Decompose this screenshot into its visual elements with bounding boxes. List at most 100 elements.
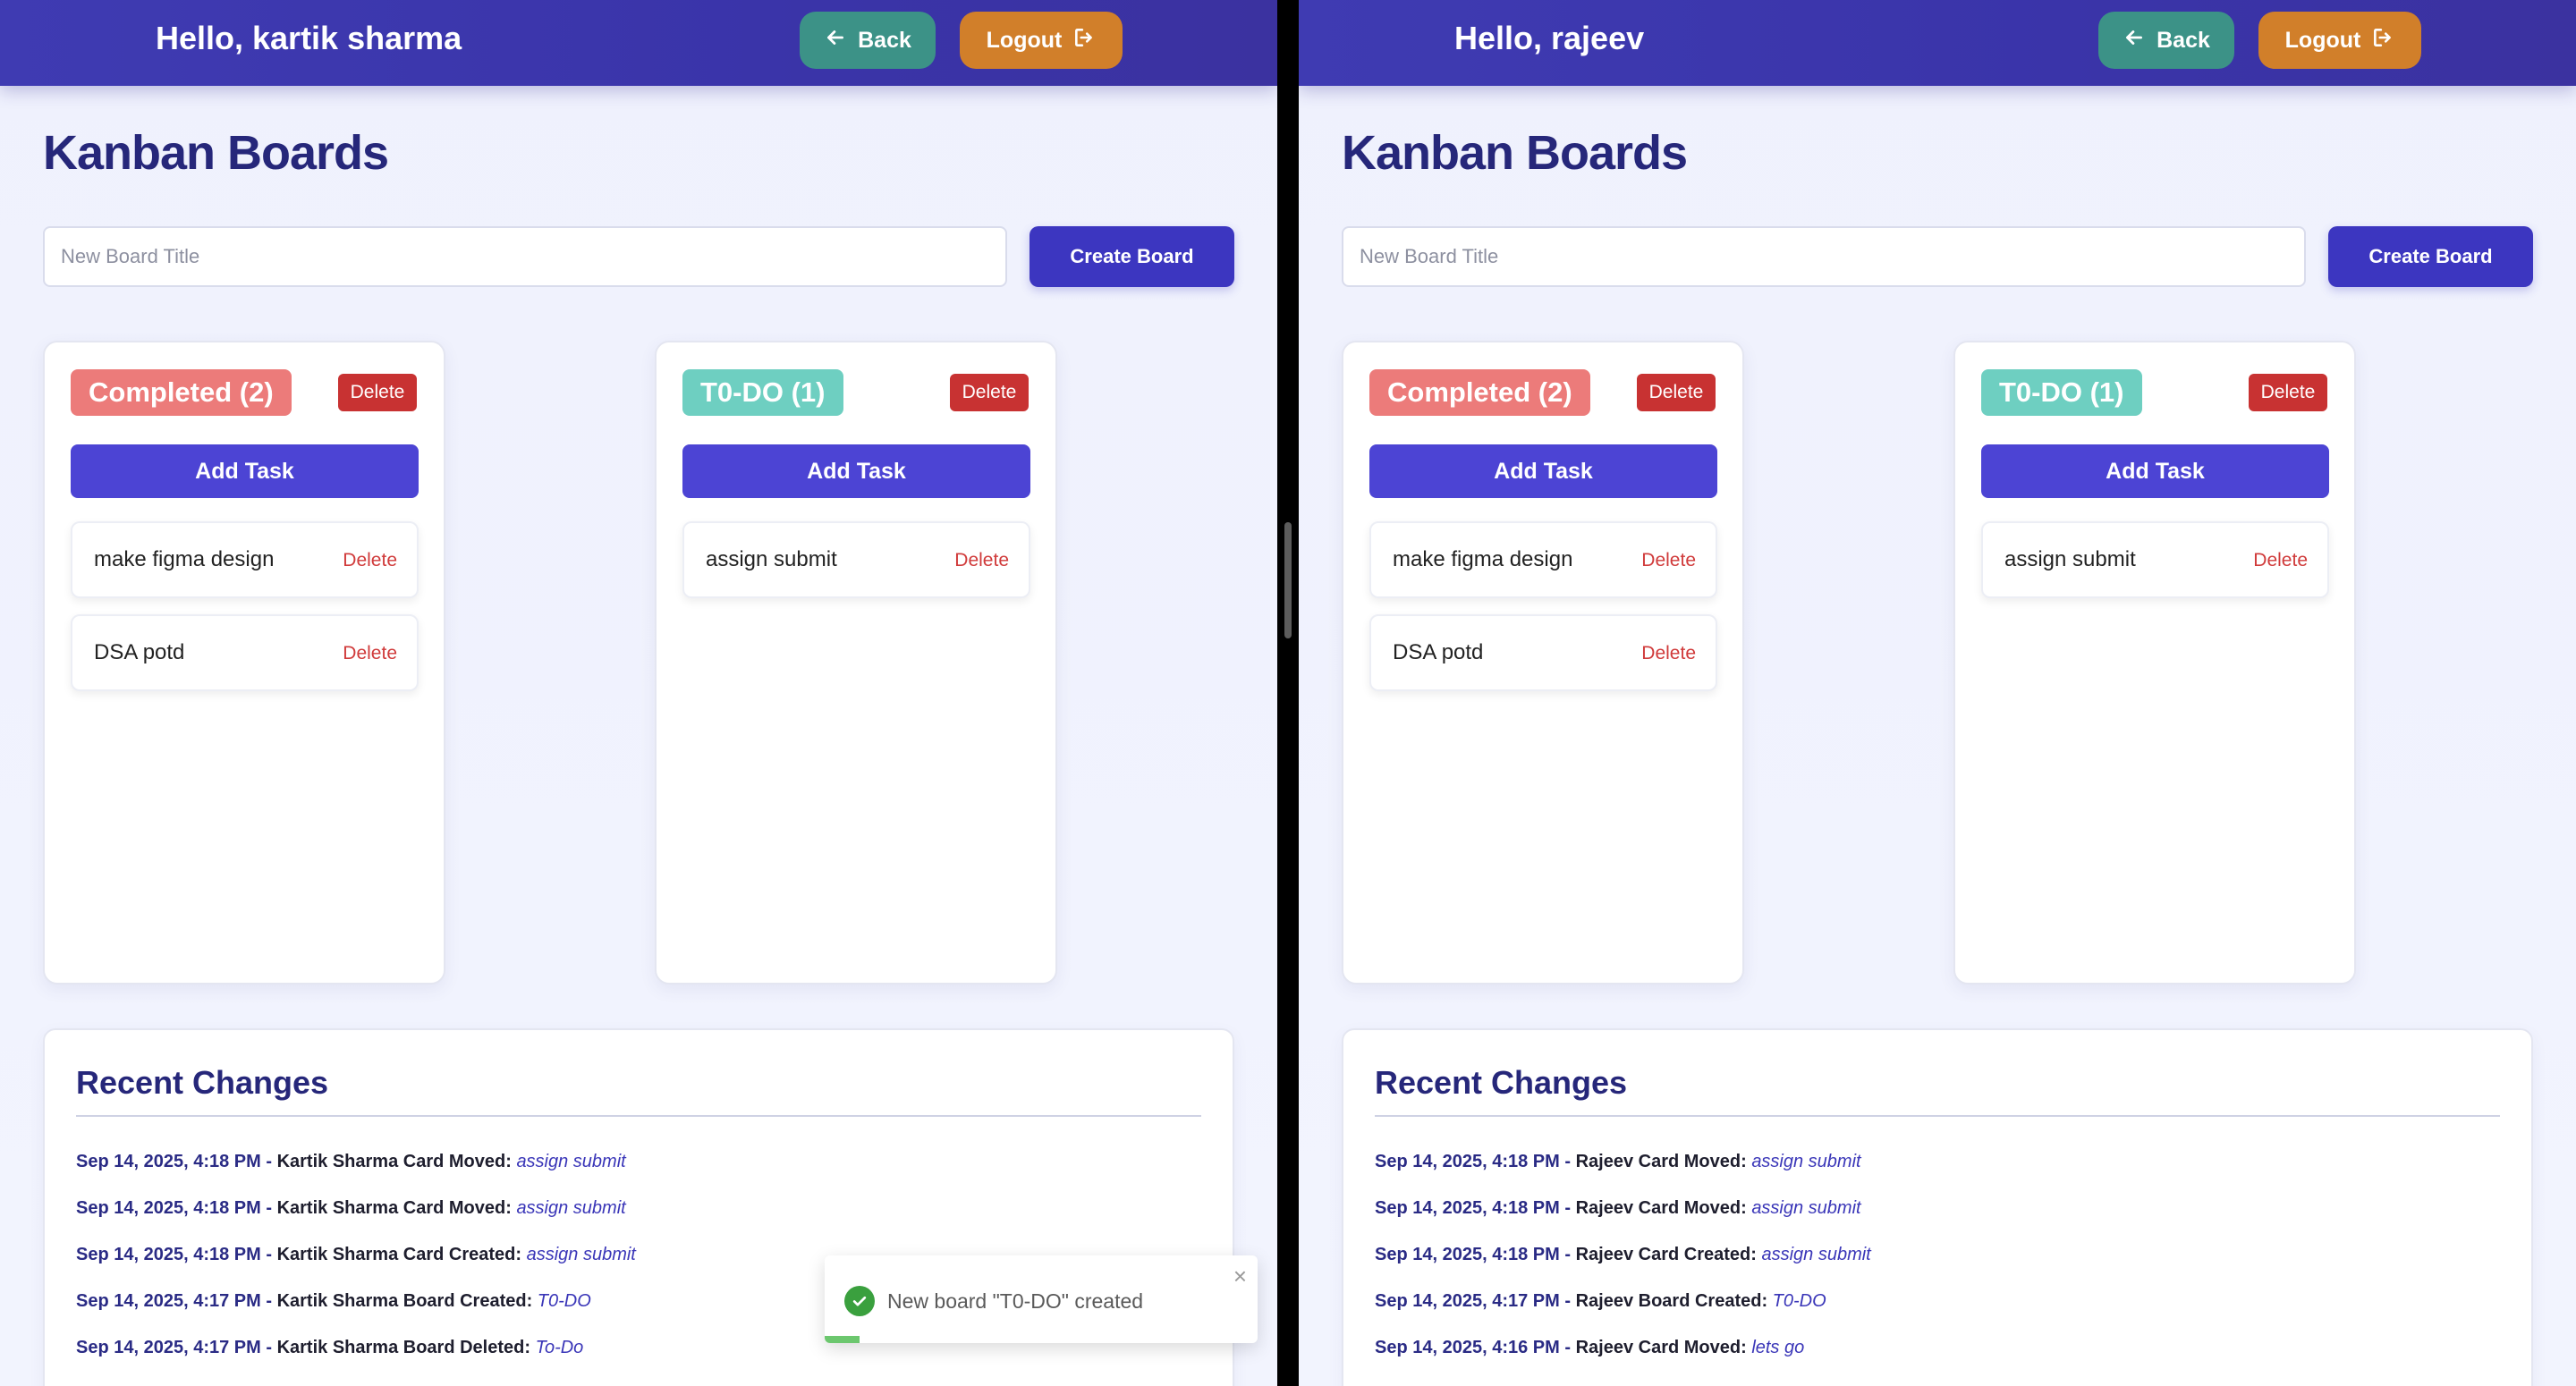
- close-icon[interactable]: ×: [1233, 1263, 1247, 1290]
- change-colon: :: [1750, 1245, 1762, 1264]
- board-title: T0-DO (1): [682, 369, 843, 416]
- create-board-button[interactable]: Create Board: [2328, 226, 2533, 287]
- recent-changes-title: Recent Changes: [1375, 1064, 1628, 1101]
- change-colon: :: [526, 1291, 538, 1311]
- change-separator: -: [260, 1338, 277, 1357]
- delete-task-button[interactable]: Delete: [2253, 550, 2308, 571]
- board-title: T0-DO (1): [1981, 369, 2142, 416]
- change-item: Sep 14, 2025, 4:18 PM - Kartik Sharma Ca…: [76, 1245, 636, 1265]
- change-colon: :: [505, 1152, 517, 1171]
- change-text: Rajeev Card Moved: [1575, 1338, 1741, 1357]
- board-title: Completed (2): [1369, 369, 1590, 416]
- delete-board-button[interactable]: Delete: [2249, 374, 2327, 411]
- change-item: Sep 14, 2025, 4:18 PM - Rajeev Card Move…: [1375, 1152, 1861, 1172]
- back-label: Back: [858, 27, 911, 53]
- task-title: assign submit: [2004, 547, 2136, 571]
- change-text: Kartik Sharma Board Deleted: [276, 1338, 525, 1357]
- toast-message: New board "T0-DO" created: [887, 1289, 1144, 1313]
- logout-label: Logout: [986, 27, 1063, 53]
- logout-button[interactable]: Logout: [2258, 12, 2421, 69]
- task-card[interactable]: make figma design Delete: [71, 521, 419, 598]
- task-title: DSA potd: [1393, 640, 1484, 664]
- recent-changes-panel: Recent Changes Sep 14, 2025, 4:18 PM - R…: [1342, 1028, 2533, 1386]
- change-text: Kartik Sharma Card Moved: [276, 1198, 506, 1218]
- task-card[interactable]: make figma design Delete: [1369, 521, 1717, 598]
- task-card[interactable]: assign submit Delete: [682, 521, 1030, 598]
- check-circle-icon: [844, 1286, 875, 1316]
- logout-label: Logout: [2284, 27, 2361, 53]
- change-item: Sep 14, 2025, 4:18 PM - Kartik Sharma Ca…: [76, 1152, 626, 1172]
- toast-notification[interactable]: New board "T0-DO" created ×: [825, 1255, 1258, 1343]
- logout-button[interactable]: Logout: [960, 12, 1123, 69]
- change-separator: -: [260, 1291, 277, 1311]
- change-separator: -: [260, 1245, 277, 1264]
- create-board-button[interactable]: Create Board: [1030, 226, 1234, 287]
- splitter-handle[interactable]: [1284, 522, 1292, 638]
- back-button[interactable]: Back: [800, 12, 936, 69]
- board-completed: Completed (2) Delete Add Task make figma…: [1342, 341, 1744, 985]
- change-item: Sep 14, 2025, 4:17 PM - Kartik Sharma Bo…: [76, 1291, 591, 1312]
- change-target: assign submit: [526, 1245, 636, 1264]
- task-card[interactable]: DSA potd Delete: [71, 614, 419, 691]
- change-colon: :: [505, 1198, 517, 1218]
- back-label: Back: [2157, 27, 2210, 53]
- delete-task-button[interactable]: Delete: [1641, 550, 1696, 571]
- add-task-button[interactable]: Add Task: [1981, 444, 2329, 498]
- delete-board-button[interactable]: Delete: [338, 374, 417, 411]
- change-time: Sep 14, 2025, 4:18 PM: [76, 1198, 261, 1218]
- page-title: Kanban Boards: [43, 126, 389, 180]
- change-colon: :: [515, 1245, 527, 1264]
- new-board-title-input[interactable]: [43, 226, 1007, 287]
- change-item: Sep 14, 2025, 4:18 PM - Kartik Sharma Ca…: [76, 1198, 626, 1219]
- change-time: Sep 14, 2025, 4:18 PM: [1375, 1152, 1560, 1171]
- change-time: Sep 14, 2025, 4:17 PM: [76, 1291, 261, 1311]
- add-task-button[interactable]: Add Task: [1369, 444, 1717, 498]
- change-colon: :: [1741, 1338, 1752, 1357]
- task-card[interactable]: assign submit Delete: [1981, 521, 2329, 598]
- divider: [76, 1115, 1201, 1117]
- change-text: Kartik Sharma Card Created: [276, 1245, 516, 1264]
- task-title: make figma design: [94, 547, 275, 571]
- change-time: Sep 14, 2025, 4:17 PM: [76, 1338, 261, 1357]
- board-todo: T0-DO (1) Delete Add Task assign submit …: [655, 341, 1057, 985]
- change-text: Rajeev Board Created: [1575, 1291, 1762, 1311]
- greeting: Hello, kartik sharma: [156, 20, 462, 56]
- delete-task-button[interactable]: Delete: [1641, 643, 1696, 664]
- task-title: make figma design: [1393, 547, 1573, 571]
- change-time: Sep 14, 2025, 4:18 PM: [76, 1152, 261, 1171]
- change-text: Rajeev Card Moved: [1575, 1198, 1741, 1218]
- page-title: Kanban Boards: [1342, 126, 1688, 180]
- left-pane: Hello, kartik sharma Back Logout Kanban …: [0, 0, 1277, 1386]
- logout-icon: [1072, 26, 1096, 55]
- change-target: assign submit: [1751, 1198, 1861, 1218]
- back-button[interactable]: Back: [2098, 12, 2234, 69]
- change-separator: -: [1559, 1291, 1576, 1311]
- change-colon: :: [524, 1338, 536, 1357]
- change-separator: -: [1559, 1198, 1576, 1218]
- delete-board-button[interactable]: Delete: [950, 374, 1029, 411]
- arrow-left-icon: [2123, 26, 2146, 55]
- board-todo: T0-DO (1) Delete Add Task assign submit …: [1953, 341, 2356, 985]
- change-separator: -: [1559, 1245, 1576, 1264]
- delete-board-button[interactable]: Delete: [1637, 374, 1716, 411]
- change-time: Sep 14, 2025, 4:16 PM: [1375, 1338, 1560, 1357]
- change-time: Sep 14, 2025, 4:18 PM: [1375, 1198, 1560, 1218]
- add-task-button[interactable]: Add Task: [71, 444, 419, 498]
- logout-icon: [2371, 26, 2394, 55]
- change-text: Kartik Sharma Card Moved: [276, 1152, 506, 1171]
- top-bar: Hello, kartik sharma Back Logout: [0, 0, 1277, 86]
- change-target: T0-DO: [537, 1291, 591, 1311]
- new-board-title-input[interactable]: [1342, 226, 2306, 287]
- change-target: lets go: [1751, 1338, 1805, 1357]
- delete-task-button[interactable]: Delete: [343, 550, 397, 571]
- top-bar: Hello, rajeev Back Logout: [1299, 0, 2576, 86]
- change-target: assign submit: [1761, 1245, 1871, 1264]
- task-card[interactable]: DSA potd Delete: [1369, 614, 1717, 691]
- change-separator: -: [260, 1198, 277, 1218]
- change-item: Sep 14, 2025, 4:16 PM - Rajeev Card Move…: [1375, 1338, 1804, 1358]
- change-target: assign submit: [516, 1198, 626, 1218]
- change-target: assign submit: [516, 1152, 626, 1171]
- add-task-button[interactable]: Add Task: [682, 444, 1030, 498]
- delete-task-button[interactable]: Delete: [343, 643, 397, 664]
- delete-task-button[interactable]: Delete: [954, 550, 1009, 571]
